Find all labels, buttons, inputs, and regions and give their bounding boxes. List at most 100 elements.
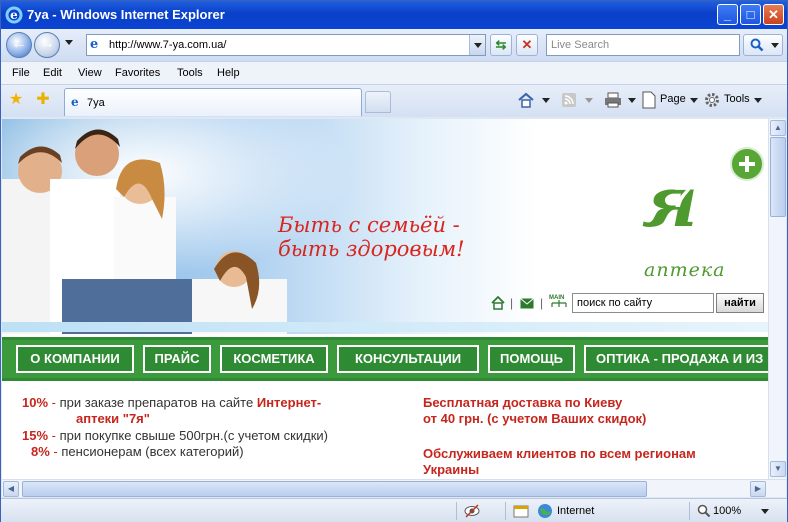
- banner-stripe: [2, 322, 768, 332]
- minimize-button[interactable]: _: [717, 4, 738, 25]
- search-placeholder: Live Search: [551, 39, 610, 51]
- nav-about[interactable]: О КОМПАНИИ: [16, 345, 134, 373]
- history-dropdown-icon[interactable]: [65, 40, 73, 45]
- horizontal-scrollbar[interactable]: ◀ ▶: [2, 479, 786, 497]
- svg-text:e: e: [10, 8, 18, 22]
- dash: -: [51, 428, 56, 443]
- address-dropdown[interactable]: [469, 35, 485, 55]
- dash: -: [51, 395, 56, 410]
- discount-highlight: аптеки "7я": [76, 411, 150, 426]
- refresh-icon: ⇆: [495, 37, 507, 52]
- url-text: http://www.7-ya.com.ua/: [109, 39, 227, 51]
- home-icon[interactable]: [490, 295, 506, 311]
- zoom-icon: [697, 504, 711, 518]
- plus-cross-icon: [730, 147, 764, 181]
- maximize-button[interactable]: □: [740, 4, 761, 25]
- vertical-scrollbar[interactable]: ▲ ▼: [768, 119, 786, 479]
- discount-percent: 15%: [22, 428, 49, 443]
- globe-icon: [538, 504, 552, 518]
- regions-line-1: Обслуживаем клиентов по всем регионам: [423, 446, 696, 461]
- status-bar: Internet 100%: [1, 498, 787, 522]
- print-dropdown-icon[interactable]: [628, 98, 636, 103]
- favorites-star-icon[interactable]: ★: [7, 91, 25, 109]
- close-button[interactable]: ✕: [763, 4, 784, 25]
- menu-edit[interactable]: Edit: [43, 67, 62, 79]
- feeds-icon[interactable]: [561, 92, 577, 108]
- site-search-input[interactable]: поиск по сайту: [572, 293, 714, 313]
- privacy-eye-icon[interactable]: [464, 503, 480, 519]
- divider: |: [510, 296, 514, 310]
- stop-button[interactable]: ✕: [516, 34, 538, 56]
- new-tab-button[interactable]: [365, 91, 391, 113]
- tools-dropdown-icon[interactable]: [754, 98, 762, 103]
- logo-number: 7: [673, 181, 690, 214]
- page-icon: e: [71, 95, 79, 109]
- page-menu-label[interactable]: Page: [660, 93, 686, 105]
- home-dropdown-icon[interactable]: [542, 98, 550, 103]
- delivery-line-2: от 40 грн. (с учетом Ваших скидок): [423, 411, 647, 426]
- vertical-scroll-thumb[interactable]: [770, 137, 786, 217]
- refresh-button[interactable]: ⇆: [490, 34, 512, 56]
- sitemap-icon[interactable]: MAIN: [549, 293, 569, 311]
- logo-caption: аптека: [644, 259, 726, 281]
- chevron-down-icon: [474, 43, 482, 48]
- discount-text: пенсионерам (всех категорий): [61, 444, 244, 459]
- stop-icon: ✕: [521, 37, 533, 52]
- page-icon: e: [90, 37, 99, 52]
- address-bar[interactable]: e http://www.7-ya.com.ua/: [86, 34, 486, 56]
- back-button[interactable]: ←: [6, 32, 32, 58]
- page-dropdown-icon[interactable]: [690, 98, 698, 103]
- site-search-value: поиск по сайту: [577, 297, 653, 309]
- delivery-line-1: Бесплатная доставка по Киеву: [423, 395, 623, 410]
- menu-favorites[interactable]: Favorites: [115, 67, 160, 79]
- feeds-dropdown-icon[interactable]: [585, 98, 593, 103]
- family-photo: [2, 129, 287, 334]
- zoom-level[interactable]: 100%: [713, 505, 741, 517]
- scroll-down-arrow-icon[interactable]: ▼: [770, 461, 786, 477]
- scroll-left-arrow-icon[interactable]: ◀: [3, 481, 19, 497]
- search-input[interactable]: Live Search: [546, 34, 740, 56]
- nav-price[interactable]: ПРАЙС: [143, 345, 211, 373]
- page-menu-icon: [642, 91, 656, 109]
- home-icon[interactable]: [517, 91, 535, 109]
- gear-icon: [705, 93, 719, 107]
- title-bar: e 7ya - Windows Internet Explorer _ □ ✕: [1, 1, 787, 29]
- slogan-line-1: Быть с семьёй -: [278, 213, 460, 237]
- mail-icon[interactable]: [520, 298, 534, 309]
- divider: |: [540, 296, 544, 310]
- scroll-right-arrow-icon[interactable]: ▶: [750, 481, 766, 497]
- slogan-line-2: быть здоровым!: [278, 237, 465, 261]
- menu-tools[interactable]: Tools: [177, 67, 203, 79]
- forward-button[interactable]: →: [34, 32, 60, 58]
- search-icon: [750, 38, 764, 52]
- zoom-dropdown-icon[interactable]: [761, 509, 769, 514]
- nav-help[interactable]: ПОМОЩЬ: [488, 345, 575, 373]
- menu-bar: File Edit View Favorites Tools Help: [1, 61, 787, 85]
- promo-line-3: 15% - при покупке свыше 500грн.(с учетом…: [22, 428, 328, 443]
- discount-text: при покупке свыше 500грн.(с учетом скидк…: [59, 428, 328, 443]
- tab-row: ★ ✚ e 7ya Page Tools: [1, 85, 787, 117]
- discount-percent: 10%: [22, 395, 49, 410]
- menu-view[interactable]: View: [78, 67, 102, 79]
- protected-mode-icon: [513, 505, 529, 518]
- horizontal-scroll-thumb[interactable]: [22, 481, 647, 497]
- menu-help[interactable]: Help: [217, 67, 240, 79]
- window-title: 7ya - Windows Internet Explorer: [27, 7, 225, 22]
- security-zone: Internet: [557, 505, 595, 517]
- tools-menu-label[interactable]: Tools: [724, 93, 750, 105]
- address-row: ← → e http://www.7-ya.com.ua/ ⇆ ✕ Live S…: [1, 29, 787, 61]
- site-search-button[interactable]: найти: [716, 293, 764, 313]
- dash: -: [53, 444, 58, 459]
- menu-file[interactable]: File: [12, 67, 30, 79]
- nav-optics[interactable]: ОПТИКА - ПРОДАЖА И ИЗ: [584, 345, 768, 373]
- scroll-up-arrow-icon[interactable]: ▲: [770, 120, 786, 136]
- slogan: Быть с семьёй - быть здоровым!: [278, 213, 465, 261]
- svg-text:MAIN: MAIN: [549, 295, 564, 301]
- tab-7ya[interactable]: e 7ya: [64, 88, 362, 116]
- search-button[interactable]: [743, 34, 783, 56]
- nav-consultations[interactable]: КОНСУЛЬТАЦИИ: [337, 345, 479, 373]
- chevron-down-icon: [771, 43, 779, 48]
- nav-cosmetics[interactable]: КОСМЕТИКА: [220, 345, 328, 373]
- print-icon[interactable]: [604, 92, 622, 108]
- add-favorite-icon[interactable]: ✚: [34, 91, 52, 109]
